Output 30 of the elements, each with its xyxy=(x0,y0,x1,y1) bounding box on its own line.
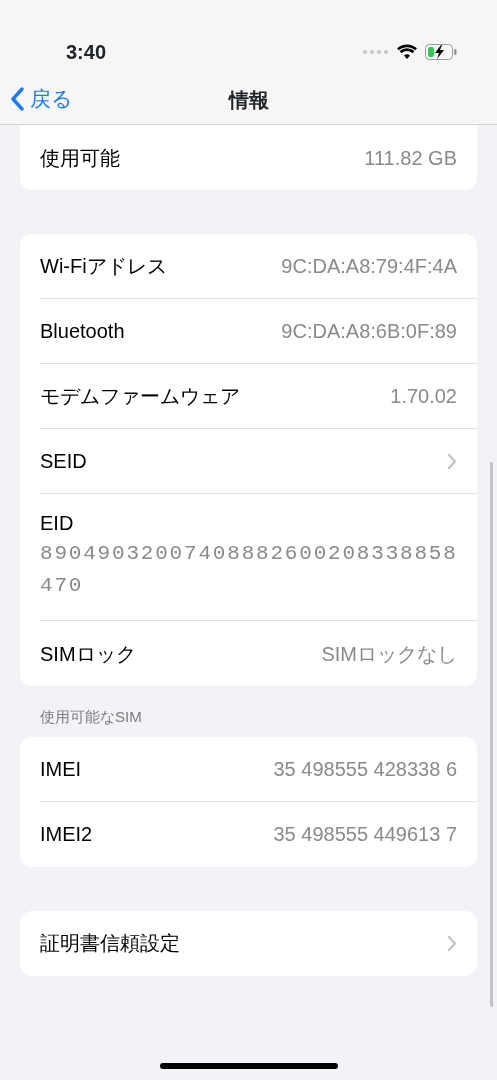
chevron-left-icon xyxy=(10,86,24,111)
list-row[interactable]: 証明書信頼設定 xyxy=(40,910,477,976)
row-label: SIMロック xyxy=(40,641,136,667)
row-label: 使用可能 xyxy=(40,145,120,171)
row-label: IMEI xyxy=(40,756,82,782)
row-value: 35 498555 449613 7 xyxy=(273,822,457,847)
row-label: IMEI2 xyxy=(40,822,93,847)
battery-charging-icon xyxy=(425,43,457,60)
chevron-right-icon xyxy=(447,934,457,952)
row-value: SIMロックなし xyxy=(321,641,457,667)
row-label: 証明書信頼設定 xyxy=(40,931,180,956)
row-label: Bluetooth xyxy=(40,319,125,344)
section-header: 使用可能なSIM xyxy=(40,707,143,727)
signal-icon xyxy=(363,49,389,54)
row-value: 1.70.02 xyxy=(390,384,457,409)
status-time: 3:40 xyxy=(66,39,107,65)
row-value: 9C:DA:A8:6B:0F:89 xyxy=(281,319,457,344)
page-title: 情報 xyxy=(228,87,269,113)
row-value: 35 498555 428338 6 xyxy=(273,756,457,782)
list-row[interactable]: SEID xyxy=(40,429,477,494)
row-label: EID xyxy=(40,511,74,536)
wifi-icon xyxy=(397,44,417,59)
back-button[interactable]: 戻る xyxy=(10,83,73,115)
row-label: モデムファームウェア xyxy=(40,384,240,409)
row-value: 89049032007408882600208338858470 xyxy=(40,541,459,599)
row-value: 111.82 GB xyxy=(364,145,457,171)
row-label: SEID xyxy=(40,449,87,474)
row-label: Wi-Fiアドレス xyxy=(40,254,167,279)
row-value: 9C:DA:A8:79:4F:4A xyxy=(281,254,457,279)
chevron-right-icon xyxy=(447,452,457,470)
